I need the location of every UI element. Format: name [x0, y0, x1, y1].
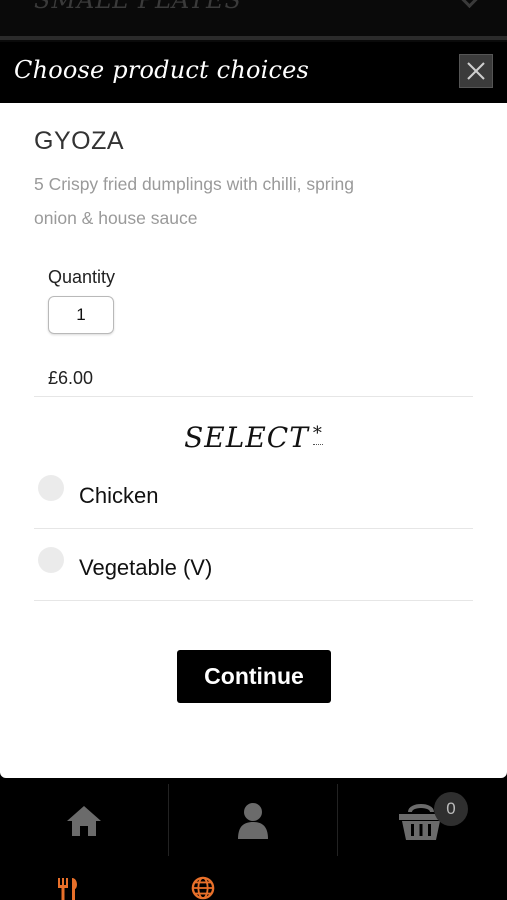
option-label: Chicken: [79, 483, 159, 508]
modal-header: Choose product choices: [0, 42, 507, 103]
user-icon[interactable]: [236, 802, 270, 840]
header-divider: [0, 36, 507, 40]
radio-button[interactable]: [38, 475, 64, 501]
modal-title: Choose product choices: [14, 56, 310, 84]
radio-button[interactable]: [38, 547, 64, 573]
option-vegetable[interactable]: Vegetable (V): [34, 533, 473, 603]
chevron-down-icon: [458, 0, 481, 9]
price: £6.00: [48, 368, 94, 388]
globe-icon[interactable]: [190, 876, 216, 900]
divider: [34, 600, 473, 601]
product-description-line: 5 Crispy fried dumplings with chilli, sp…: [34, 174, 354, 194]
cart-count-badge: 0: [434, 792, 468, 826]
select-heading-label: SELECT: [184, 421, 309, 454]
close-icon: [467, 62, 485, 80]
utensils-icon[interactable]: [56, 876, 80, 900]
select-heading: SELECT *: [0, 421, 507, 454]
category-title: SMALL PLATES: [34, 0, 242, 14]
divider: [34, 528, 473, 529]
nav-separator: [168, 784, 169, 856]
required-marker: *: [312, 423, 323, 445]
quantity-input[interactable]: 1: [48, 296, 114, 334]
close-button[interactable]: [459, 54, 493, 88]
nav-separator: [337, 784, 338, 856]
option-chicken[interactable]: Chicken: [34, 461, 473, 531]
divider: [34, 396, 473, 397]
modal-body: GYOZA 5 Crispy fried dumplings with chil…: [0, 103, 507, 778]
quantity-label: Quantity: [48, 267, 116, 287]
product-description: 5 Crispy fried dumplings with chilli, sp…: [34, 167, 414, 235]
product-description-line: onion & house sauce: [34, 208, 198, 228]
home-icon[interactable]: [65, 804, 103, 838]
option-label: Vegetable (V): [79, 555, 213, 580]
background-header: SMALL PLATES: [0, 0, 507, 42]
bottom-nav: [0, 784, 507, 900]
continue-button[interactable]: Continue: [177, 650, 331, 703]
product-name: GYOZA: [34, 127, 125, 155]
